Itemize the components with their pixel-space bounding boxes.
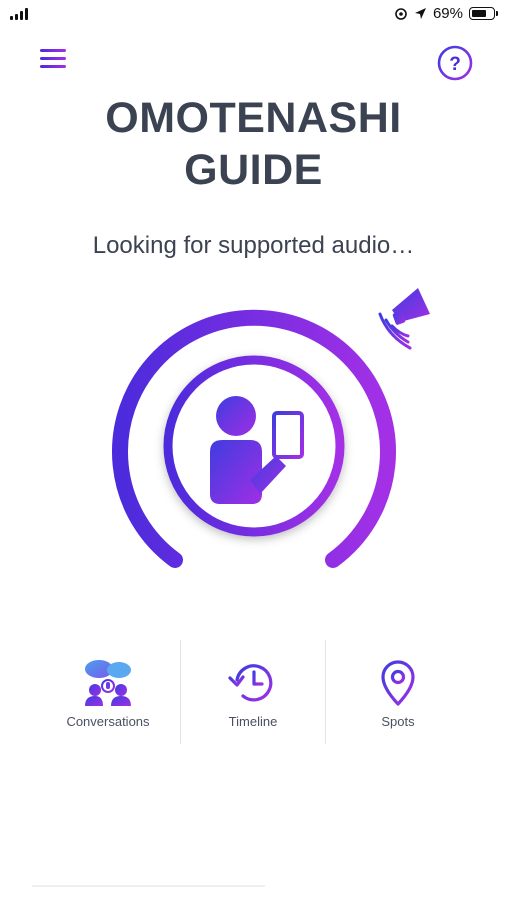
timeline-clock-icon <box>228 664 273 702</box>
menu-button[interactable] <box>36 44 72 74</box>
question-mark-icon: ? <box>437 45 473 81</box>
nav-item-conversations[interactable]: Conversations <box>36 640 180 744</box>
megaphone-icon <box>378 288 430 350</box>
help-glyph: ? <box>449 54 461 75</box>
battery-percent: 69% <box>432 5 463 22</box>
home-indicator-divider <box>32 885 265 887</box>
hamburger-menu-icon <box>40 49 66 68</box>
location-arrow-icon <box>414 8 426 19</box>
nav-item-timeline[interactable]: Timeline <box>180 640 325 744</box>
battery-icon <box>469 7 498 20</box>
app-title-line-2: GUIDE <box>184 146 323 194</box>
app-title: OMOTENASHI GUIDE <box>0 92 507 196</box>
nav-item-spots[interactable]: Spots <box>325 640 470 744</box>
app-title-line-1: OMOTENASHI <box>105 94 402 142</box>
conversations-icon <box>85 660 131 706</box>
orientation-lock-icon <box>395 7 407 20</box>
status-right: 69% <box>394 5 498 22</box>
nav-label-timeline: Timeline <box>228 714 278 729</box>
status-bar: 69% <box>0 0 507 30</box>
nav-label-spots: Spots <box>381 714 415 729</box>
battery-fill <box>472 10 486 17</box>
cellular-signal-icon <box>10 8 28 20</box>
person-with-tablet-icon <box>163 355 345 537</box>
audio-detection-graphic <box>112 288 430 568</box>
help-button[interactable]: ? <box>436 44 474 82</box>
bottom-nav: Conversations Timeline Spots <box>36 640 470 744</box>
status-message: Looking for supported audio… <box>92 232 415 259</box>
map-pin-icon <box>381 660 415 706</box>
nav-label-conversations: Conversations <box>66 714 150 729</box>
